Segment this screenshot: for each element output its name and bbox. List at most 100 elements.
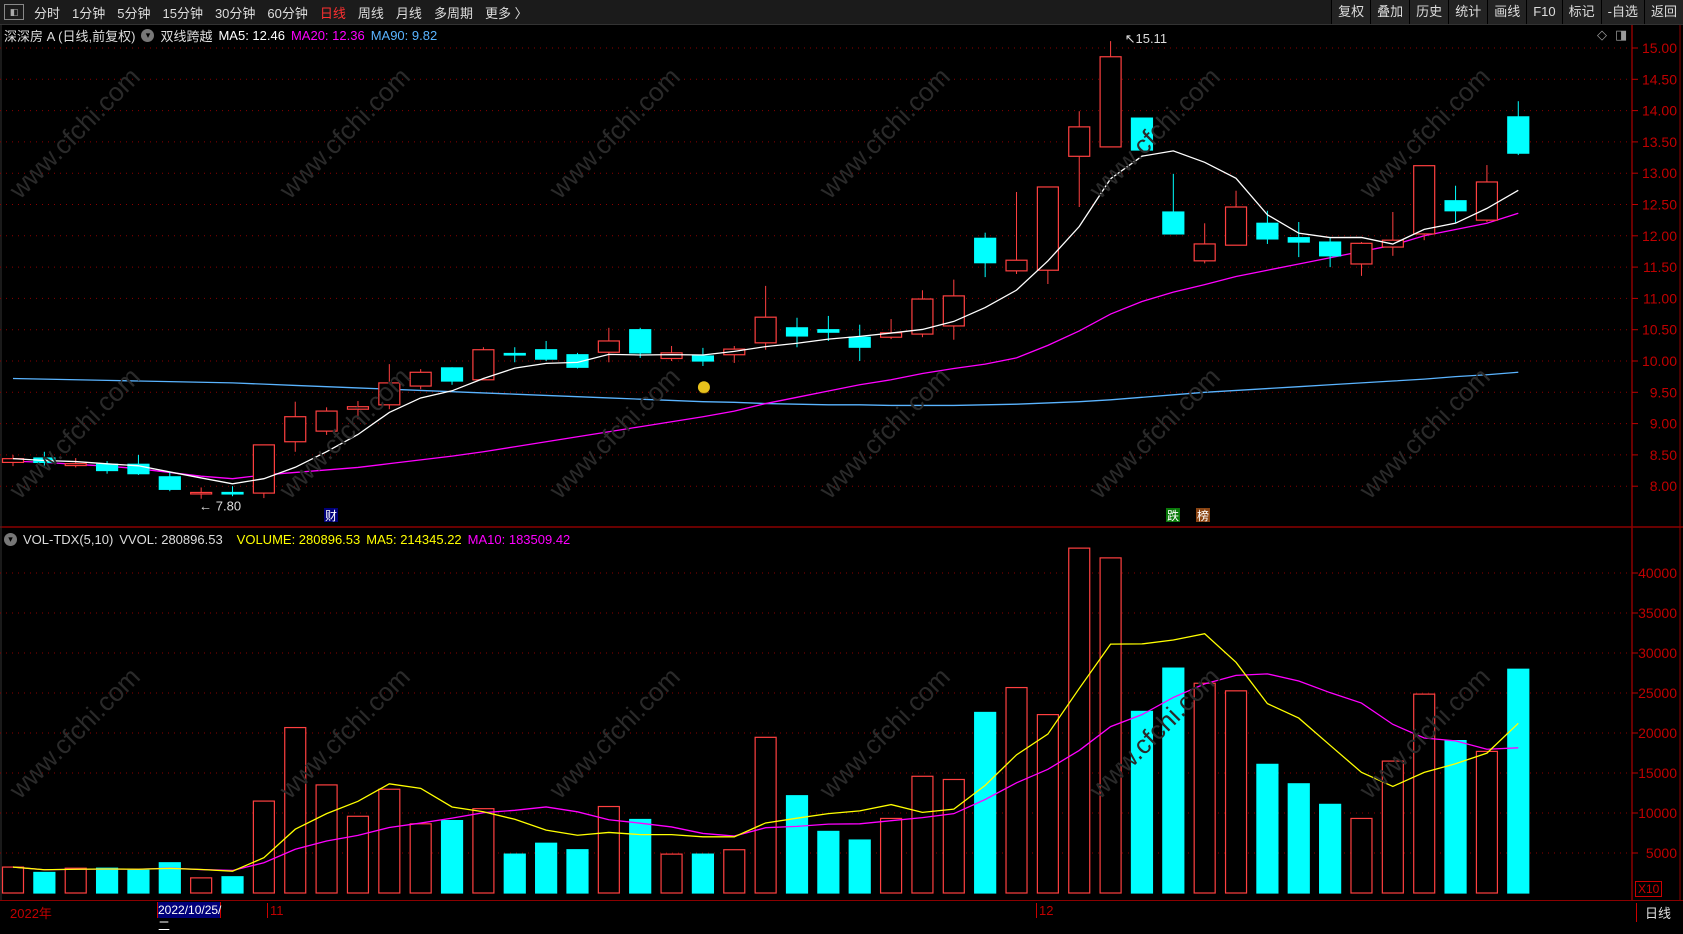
- candle-down: [1319, 241, 1342, 257]
- volume-tick-label: 40000: [1638, 565, 1677, 581]
- candle-up: [472, 349, 495, 381]
- candle-up: [1224, 206, 1248, 246]
- watermark: www.cfchi.com: [272, 61, 415, 204]
- volume-bar-down: [848, 839, 871, 894]
- candle-down: [974, 237, 997, 264]
- date-year: 2022年: [10, 906, 52, 921]
- volume-bar-down: [817, 830, 840, 894]
- candle-down: [785, 327, 809, 337]
- volume-bar-down: [1287, 783, 1310, 894]
- candle-down: [440, 367, 464, 382]
- candle-up: [1350, 242, 1373, 265]
- volume-bar-down: [1256, 763, 1279, 894]
- limit-down-marker: 跌: [1167, 508, 1179, 523]
- volume-bar-up: [64, 867, 87, 894]
- candle-up: [1193, 243, 1216, 262]
- selected-date: 2022/10/25/二: [157, 902, 222, 933]
- volume-bar-up: [1193, 682, 1216, 894]
- candle-down: [817, 329, 840, 333]
- volume-bar-up: [942, 778, 965, 894]
- volume-bar-up: [723, 849, 746, 894]
- kline-chart[interactable]: 8.00 8.50 9.00 9.50 10.00 10.50 11.00 11.50 12.0…: [0, 0, 1683, 900]
- low-price-label: ← 7.80: [199, 499, 241, 514]
- volume-bar-down: [785, 795, 809, 894]
- candle-up: [64, 463, 87, 467]
- price-tick-label: 13.50: [1642, 134, 1677, 150]
- volume-bar-down: [691, 853, 715, 894]
- volume-bar-down: [221, 876, 244, 894]
- watermark: www.cfchi.com: [542, 361, 685, 504]
- volume-bar-down: [629, 818, 652, 894]
- candle-up: [597, 340, 620, 353]
- watermark: www.cfchi.com: [542, 61, 685, 204]
- price-tick-label: 10.00: [1642, 353, 1677, 369]
- candle-down: [1256, 222, 1279, 240]
- volume-bar-down: [1319, 803, 1342, 894]
- candle-up: [252, 444, 275, 494]
- volume-tick-label: 15000: [1638, 765, 1677, 781]
- volume-bar-down: [535, 842, 558, 894]
- price-tick-label: 8.50: [1650, 447, 1677, 463]
- candle-down: [221, 491, 244, 495]
- price-tick-label: 9.00: [1650, 416, 1677, 432]
- volume-multiplier: X10: [1635, 881, 1663, 897]
- watermark: www.cfchi.com: [812, 661, 955, 804]
- candle-down: [629, 329, 652, 354]
- watermark: www.cfchi.com: [542, 661, 685, 804]
- volume-bar-down: [127, 869, 150, 894]
- volume-bar-up: [1099, 557, 1122, 894]
- volume-bar-down: [158, 862, 181, 894]
- watermark: www.cfchi.com: [812, 61, 955, 204]
- volume-bar-up: [472, 808, 495, 894]
- date-month-11: 11: [267, 903, 284, 918]
- candle-up: [190, 491, 213, 495]
- price-tick-label: 12.50: [1642, 197, 1677, 213]
- high-price-label: ↖15.11: [1125, 31, 1167, 46]
- candle-down: [1507, 116, 1530, 154]
- volume-tick-label: 25000: [1638, 685, 1677, 701]
- volume-bar-up: [660, 853, 683, 894]
- watermark: www.cfchi.com: [1082, 361, 1225, 504]
- candle-down: [503, 352, 526, 356]
- volume-bar-up: [1224, 690, 1248, 894]
- candle-down: [95, 463, 119, 472]
- candle-down: [1162, 211, 1185, 235]
- volume-tick-label: 10000: [1638, 805, 1677, 821]
- volume-bar-up: [1005, 686, 1028, 894]
- ma90-line: [12, 371, 1519, 407]
- candle-down: [848, 336, 871, 348]
- volume-bar-down: [33, 871, 56, 894]
- volume-bar-up: [1, 866, 25, 894]
- volume-bar-up: [1068, 547, 1091, 894]
- finance-marker: 财: [325, 509, 337, 523]
- price-tick-label: 11.00: [1643, 290, 1677, 306]
- volume-bar-down: [503, 853, 526, 894]
- volume-bar-up: [1350, 817, 1373, 894]
- candle-down: [1287, 237, 1310, 243]
- volume-bar-up: [378, 788, 401, 894]
- price-tick-label: 9.50: [1650, 384, 1677, 400]
- volume-bar-up: [1475, 750, 1499, 894]
- volume-bar-up: [252, 800, 275, 894]
- volume-bar-up: [754, 736, 777, 894]
- volume-bar-down: [566, 849, 589, 894]
- watermark: www.cfchi.com: [2, 61, 145, 204]
- price-tick-label: 12.00: [1642, 228, 1677, 244]
- candle-up: [1036, 186, 1059, 271]
- price-tick-label: 10.50: [1642, 322, 1677, 338]
- watermark: www.cfchi.com: [2, 361, 145, 504]
- date-axis: 2022年 2022/10/25/二 11 12 日线: [0, 900, 1683, 933]
- volume-bar-up: [315, 784, 338, 894]
- watermark: www.cfchi.com: [2, 661, 145, 804]
- volume-bar-down: [95, 867, 119, 894]
- watermark: www.cfchi.com: [1352, 361, 1495, 504]
- volume-bar-down: [440, 819, 464, 894]
- date-month-12: 12: [1036, 903, 1053, 918]
- candle-up: [1413, 165, 1436, 235]
- watermark: www.cfchi.com: [812, 361, 955, 504]
- volume-tick-label: 20000: [1638, 725, 1677, 741]
- candle-down: [691, 355, 715, 362]
- candle-down: [158, 476, 181, 490]
- price-tick-label: 14.50: [1642, 71, 1677, 87]
- volume-bar-up: [1036, 713, 1059, 894]
